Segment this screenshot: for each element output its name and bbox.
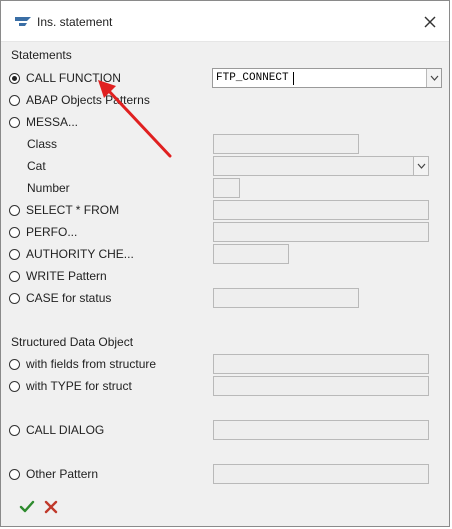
chevron-down-icon bbox=[417, 163, 425, 169]
cat-dropdown-button[interactable] bbox=[413, 157, 428, 175]
class-input[interactable] bbox=[213, 134, 359, 154]
call-function-input[interactable]: FTP_CONNECT bbox=[212, 68, 442, 88]
fields-from-structure-label: with fields from structure bbox=[26, 357, 157, 371]
select-from-radio[interactable] bbox=[9, 204, 20, 216]
perform-input[interactable] bbox=[213, 222, 429, 242]
call-dialog-label: CALL DIALOG bbox=[26, 423, 105, 437]
cat-select[interactable] bbox=[213, 156, 429, 176]
messa-radio[interactable] bbox=[9, 116, 20, 128]
perform-label: PERFO... bbox=[26, 225, 78, 239]
authority-input[interactable] bbox=[213, 244, 289, 264]
authority-option[interactable]: AUTHORITY CHE... bbox=[9, 245, 134, 263]
other-pattern-radio[interactable] bbox=[9, 468, 20, 480]
call-function-value-help[interactable] bbox=[426, 69, 441, 87]
fields-from-structure-option[interactable]: with fields from structure bbox=[9, 355, 156, 373]
type-for-struct-label: with TYPE for struct bbox=[26, 379, 132, 393]
cat-label: Cat bbox=[27, 159, 46, 173]
write-pattern-option[interactable]: WRITE Pattern bbox=[9, 267, 107, 285]
sap-logo-icon bbox=[15, 17, 31, 26]
call-function-option[interactable]: CALL FUNCTION bbox=[9, 69, 121, 87]
perform-option[interactable]: PERFO... bbox=[9, 223, 77, 241]
fields-from-structure-radio[interactable] bbox=[9, 358, 20, 370]
call-function-radio[interactable] bbox=[9, 72, 20, 84]
select-from-input[interactable] bbox=[213, 200, 429, 220]
call-dialog-option[interactable]: CALL DIALOG bbox=[9, 421, 104, 439]
other-pattern-input[interactable] bbox=[213, 464, 429, 484]
call-dialog-radio[interactable] bbox=[9, 424, 20, 436]
case-status-label: CASE for status bbox=[26, 291, 112, 305]
case-status-option[interactable]: CASE for status bbox=[9, 289, 111, 307]
number-label: Number bbox=[27, 181, 70, 195]
messa-option[interactable]: MESSA... bbox=[9, 113, 78, 131]
select-from-label: SELECT * FROM bbox=[26, 203, 120, 217]
messa-label: MESSA... bbox=[26, 115, 79, 129]
call-dialog-input[interactable] bbox=[213, 420, 429, 440]
close-icon bbox=[424, 16, 436, 28]
text-cursor bbox=[293, 72, 294, 85]
check-icon bbox=[19, 500, 35, 513]
structured-heading: Structured Data Object bbox=[11, 335, 134, 349]
chevron-down-icon bbox=[430, 75, 438, 81]
type-for-struct-radio[interactable] bbox=[9, 380, 20, 392]
confirm-button[interactable] bbox=[19, 499, 35, 515]
dialog-title: Ins. statement bbox=[37, 15, 113, 29]
abap-objects-option[interactable]: ABAP Objects Patterns bbox=[9, 91, 150, 109]
select-from-option[interactable]: SELECT * FROM bbox=[9, 201, 119, 219]
type-for-struct-input[interactable] bbox=[213, 376, 429, 396]
fields-from-structure-input[interactable] bbox=[213, 354, 429, 374]
insert-statement-dialog: Ins. statement Statements CALL FUNCTION … bbox=[0, 0, 450, 527]
other-pattern-option[interactable]: Other Pattern bbox=[9, 465, 98, 483]
call-function-label: CALL FUNCTION bbox=[26, 71, 121, 85]
perform-radio[interactable] bbox=[9, 226, 20, 238]
abap-objects-label: ABAP Objects Patterns bbox=[26, 93, 150, 107]
case-status-radio[interactable] bbox=[9, 292, 20, 304]
statements-heading: Statements bbox=[11, 48, 72, 62]
case-status-input[interactable] bbox=[213, 288, 359, 308]
write-pattern-label: WRITE Pattern bbox=[26, 269, 107, 283]
class-label: Class bbox=[27, 137, 58, 151]
cancel-button[interactable] bbox=[43, 499, 59, 515]
authority-label: AUTHORITY CHE... bbox=[26, 247, 134, 261]
title-bar: Ins. statement bbox=[1, 1, 449, 42]
call-function-value: FTP_CONNECT bbox=[216, 72, 289, 84]
abap-objects-radio[interactable] bbox=[9, 94, 20, 106]
close-button[interactable] bbox=[419, 11, 441, 33]
number-input[interactable] bbox=[213, 178, 240, 198]
authority-radio[interactable] bbox=[9, 248, 20, 260]
other-pattern-label: Other Pattern bbox=[26, 467, 99, 481]
write-pattern-radio[interactable] bbox=[9, 270, 20, 282]
type-for-struct-option[interactable]: with TYPE for struct bbox=[9, 377, 132, 395]
cancel-x-icon bbox=[44, 500, 58, 514]
